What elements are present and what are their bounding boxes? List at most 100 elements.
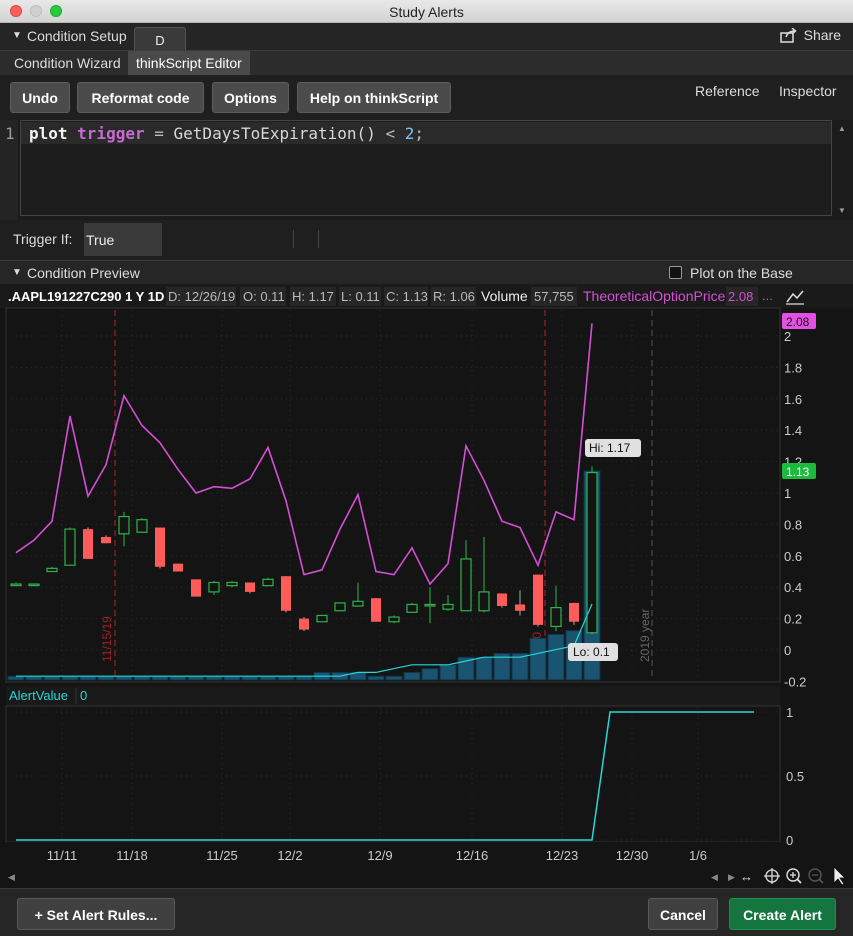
divider [318, 230, 319, 248]
candle-body [245, 582, 255, 592]
scroll-down-icon[interactable]: ▼ [838, 206, 846, 215]
lo-bubble-text: Lo: 0.1 [573, 645, 610, 659]
collapse-caret-icon[interactable]: ▼ [12, 30, 22, 41]
candle-body [173, 563, 183, 572]
plot-base-subgraph-checkbox[interactable] [669, 266, 682, 279]
marker-label: 11/15/19 [100, 616, 114, 662]
code-function: GetDaysToExpiration() [173, 124, 376, 143]
y-tick-label: 0.5 [786, 769, 804, 784]
create-alert-button[interactable]: Create Alert [729, 898, 836, 930]
x-tick-label: 11/18 [116, 848, 148, 863]
window-title: Study Alerts [389, 4, 464, 20]
plus-icon: + [34, 907, 47, 923]
crosshair-icon[interactable] [764, 868, 780, 884]
cancel-button[interactable]: Cancel [648, 898, 718, 930]
y-tick-label: -0.2 [784, 674, 806, 689]
reference-link[interactable]: Reference [695, 83, 760, 99]
candle-body [64, 528, 76, 566]
candle-body [388, 616, 400, 623]
undo-button[interactable]: Undo [10, 82, 70, 113]
code-number: 2 [404, 124, 415, 143]
chart-low: L: 0.11 [341, 289, 380, 304]
trigger-if-label: Trigger If: [13, 231, 73, 247]
volume-bar [439, 664, 457, 681]
inspector-link[interactable]: Inspector [779, 83, 837, 99]
header-more[interactable]: ... [762, 288, 773, 303]
candle-body [371, 598, 381, 622]
chart-close: C: 1.13 [386, 289, 428, 304]
chart-settings-icon[interactable] [784, 288, 804, 305]
collapse-caret-icon[interactable]: ▼ [12, 267, 22, 278]
volume-bar [385, 675, 403, 681]
candle-body [442, 603, 454, 610]
set-alert-rules-label: Set Alert Rules... [46, 907, 158, 923]
zoom-in-icon[interactable] [786, 868, 802, 884]
x-tick-label: 11/11 [47, 848, 78, 863]
y-tick-label: 1.6 [784, 392, 802, 407]
x-tick-label: 12/9 [367, 848, 392, 863]
pan-left-icon[interactable]: ◀ [711, 872, 718, 882]
chart-area: .AAPL191227C290 1 Y 1D D: 12/26/19 O: 0.… [0, 284, 853, 888]
volume-bar [475, 656, 493, 681]
candle-body [262, 578, 274, 587]
scroll-up-icon[interactable]: ▲ [838, 124, 846, 133]
volume-bar [403, 671, 421, 681]
editor-toolbar: Undo Reformat code Options Help on think… [0, 75, 853, 120]
candle-body [515, 604, 525, 611]
scroll-left-icon[interactable]: ◀ [8, 872, 15, 882]
trigger-if-select[interactable]: True [84, 223, 162, 256]
theoretical-price-label: 2.08 [782, 313, 816, 329]
reformat-code-button[interactable]: Reformat code [77, 82, 204, 113]
expand-icon[interactable]: ↔ [740, 869, 753, 884]
last-price-label: 1.13 [782, 463, 816, 479]
aggregation-tab[interactable]: D [134, 27, 186, 50]
candle-body [299, 618, 309, 630]
alert-value-current: 0 [80, 688, 87, 703]
volume-label: Volume [481, 288, 528, 304]
hi-bubble: Hi: 1.17 [585, 439, 641, 457]
pointer-icon[interactable] [833, 866, 846, 886]
y-tick-label: 0 [784, 643, 791, 658]
lo-bubble: Lo: 0.1 [568, 643, 618, 661]
code-line[interactable]: plot trigger = GetDaysToExpiration() < 2… [21, 122, 831, 144]
pan-right-icon[interactable]: ▶ [728, 872, 735, 882]
candle-body [46, 567, 58, 573]
y-tick-label: 1.4 [784, 423, 802, 438]
study-label: TheoreticalOptionPrice [583, 288, 726, 304]
help-thinkscript-button[interactable]: Help on thinkScript [297, 82, 451, 113]
condition-setup-header: ▼ Condition Setup Share [0, 23, 853, 50]
hi-bubble-text: Hi: 1.17 [589, 441, 631, 455]
candle-body [28, 583, 40, 587]
x-tick-label: 1/6 [689, 848, 707, 863]
chart-open: O: 0.11 [243, 289, 285, 304]
y-tick-label: 2 [784, 329, 791, 344]
chart-range: R: 1.06 [433, 289, 475, 304]
zoom-out-icon[interactable] [808, 868, 824, 884]
tab-thinkscript-editor[interactable]: thinkScript Editor [128, 51, 250, 75]
y-tick-label: 1 [786, 705, 793, 720]
divider [293, 230, 294, 248]
chart-symbol[interactable]: .AAPL191227C290 1 Y 1D [8, 289, 164, 304]
volume-bar [547, 633, 565, 681]
x-tick-label: 12/16 [456, 848, 489, 863]
y-tick-label: 0.8 [784, 517, 802, 532]
code-editor: 1 plot trigger = GetDaysToExpiration() <… [0, 120, 853, 220]
price-chart[interactable]: .AAPL191227C290 1 Y 1D D: 12/26/19 O: 0.… [0, 284, 853, 888]
code-variable: trigger [77, 124, 145, 143]
candle-body [334, 602, 346, 612]
options-button[interactable]: Options [212, 82, 289, 113]
chart-date: D: 12/26/19 [168, 289, 235, 304]
editor-scrollbar[interactable]: ▲ ▼ [838, 124, 848, 216]
candle-body [118, 515, 130, 535]
candle-body [586, 471, 598, 634]
tab-condition-wizard[interactable]: Condition Wizard [6, 51, 129, 75]
condition-preview-label: Condition Preview [27, 265, 140, 281]
set-alert-rules-button[interactable]: + Set Alert Rules... [17, 898, 175, 930]
share-button[interactable]: Share [779, 27, 841, 43]
candle-body [478, 591, 490, 612]
candle-body [155, 527, 165, 567]
candle-body [352, 600, 364, 607]
candle-body [10, 583, 22, 587]
code-input[interactable]: plot trigger = GetDaysToExpiration() < 2… [20, 120, 832, 216]
candle-body [406, 603, 418, 613]
